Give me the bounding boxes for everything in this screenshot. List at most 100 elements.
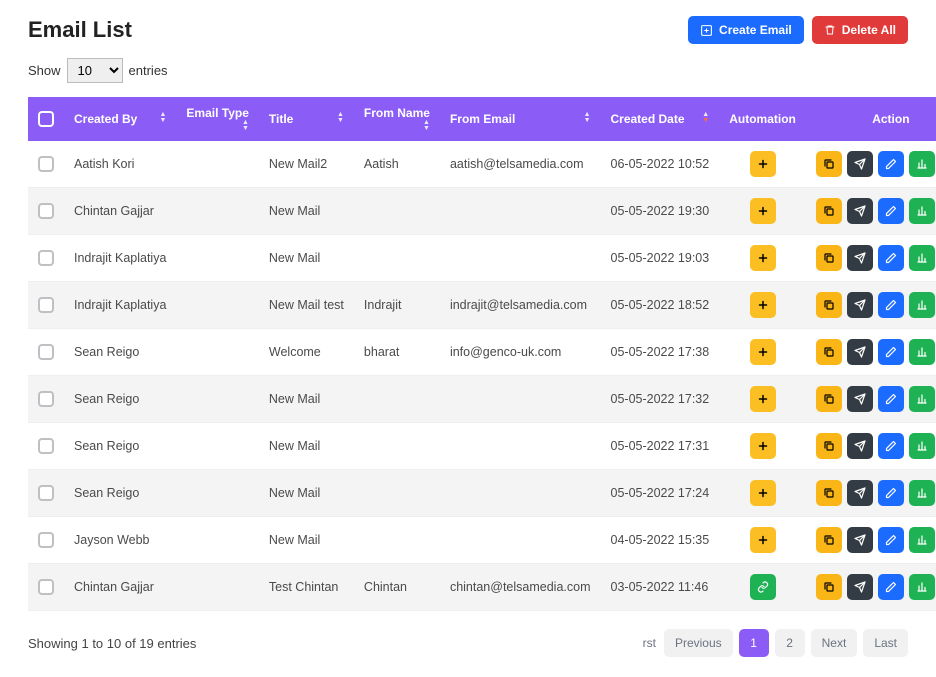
copy-button[interactable]	[816, 198, 842, 224]
delete-all-button[interactable]: Delete All	[812, 16, 908, 44]
row-checkbox[interactable]	[38, 438, 54, 454]
row-checkbox[interactable]	[38, 203, 54, 219]
plus-icon	[757, 158, 769, 170]
edit-button[interactable]	[878, 198, 904, 224]
automation-button[interactable]	[750, 292, 776, 318]
send-icon	[854, 205, 866, 217]
edit-button[interactable]	[878, 527, 904, 553]
table-row: Sean ReigoWelcomebharatinfo@genco-uk.com…	[28, 329, 936, 376]
col-title[interactable]: Title▲▼	[259, 97, 354, 141]
stats-button[interactable]	[909, 433, 935, 459]
edit-button[interactable]	[878, 245, 904, 271]
stats-button[interactable]	[909, 386, 935, 412]
automation-button[interactable]	[750, 245, 776, 271]
send-button[interactable]	[847, 527, 873, 553]
col-from-email[interactable]: From Email▲▼	[440, 97, 601, 141]
send-icon	[854, 487, 866, 499]
edit-button[interactable]	[878, 339, 904, 365]
send-button[interactable]	[847, 198, 873, 224]
edit-button[interactable]	[878, 574, 904, 600]
row-checkbox[interactable]	[38, 297, 54, 313]
row-checkbox[interactable]	[38, 485, 54, 501]
copy-button[interactable]	[816, 433, 842, 459]
table-row: Chintan GajjarNew Mail05-05-2022 19:30	[28, 188, 936, 235]
page-previous-button[interactable]: Previous	[664, 629, 733, 657]
stats-button[interactable]	[909, 198, 935, 224]
cell-created-date: 03-05-2022 11:46	[601, 564, 720, 611]
create-email-button[interactable]: Create Email	[688, 16, 804, 44]
send-button[interactable]	[847, 151, 873, 177]
sort-icon: ▲▼	[159, 112, 166, 124]
copy-button[interactable]	[816, 574, 842, 600]
send-button[interactable]	[847, 292, 873, 318]
copy-button[interactable]	[816, 245, 842, 271]
copy-button[interactable]	[816, 339, 842, 365]
email-table: Created By▲▼ Email Type▲▼ Title▲▼ From N…	[28, 97, 936, 611]
edit-button[interactable]	[878, 386, 904, 412]
cell-created-by: Jayson Webb	[64, 517, 176, 564]
cell-from-name: bharat	[354, 329, 440, 376]
copy-button[interactable]	[816, 386, 842, 412]
stats-button[interactable]	[909, 527, 935, 553]
plus-icon	[757, 346, 769, 358]
entries-select[interactable]: 102550100	[67, 58, 123, 83]
row-checkbox[interactable]	[38, 532, 54, 548]
send-icon	[854, 534, 866, 546]
automation-button[interactable]	[750, 151, 776, 177]
automation-button[interactable]	[750, 433, 776, 459]
page-next-button[interactable]: Next	[811, 629, 858, 657]
automation-button[interactable]	[750, 339, 776, 365]
row-checkbox[interactable]	[38, 250, 54, 266]
send-button[interactable]	[847, 574, 873, 600]
copy-button[interactable]	[816, 527, 842, 553]
cell-from-email	[440, 235, 601, 282]
sort-icon: ▲▼	[337, 112, 344, 124]
row-checkbox[interactable]	[38, 391, 54, 407]
stats-button[interactable]	[909, 339, 935, 365]
cell-created-by: Aatish Kori	[64, 141, 176, 188]
automation-button[interactable]	[750, 480, 776, 506]
sort-icon: ▲▼	[584, 112, 591, 124]
cell-title: New Mail	[259, 470, 354, 517]
col-from-name[interactable]: From Name▲▼	[354, 97, 440, 141]
automation-button[interactable]	[750, 198, 776, 224]
col-email-type[interactable]: Email Type▲▼	[176, 97, 258, 141]
edit-button[interactable]	[878, 151, 904, 177]
page-title: Email List	[28, 17, 132, 43]
send-button[interactable]	[847, 480, 873, 506]
col-created-by[interactable]: Created By▲▼	[64, 97, 176, 141]
send-button[interactable]	[847, 245, 873, 271]
table-info: Showing 1 to 10 of 19 entries	[28, 636, 196, 651]
pencil-icon	[885, 393, 897, 405]
cell-from-email	[440, 470, 601, 517]
edit-button[interactable]	[878, 433, 904, 459]
stats-button[interactable]	[909, 151, 935, 177]
page-1-button[interactable]: 1	[739, 629, 769, 657]
row-checkbox[interactable]	[38, 579, 54, 595]
stats-button[interactable]	[909, 574, 935, 600]
edit-button[interactable]	[878, 292, 904, 318]
col-created-date[interactable]: Created Date▲▼	[601, 97, 720, 141]
send-button[interactable]	[847, 339, 873, 365]
copy-button[interactable]	[816, 292, 842, 318]
stats-button[interactable]	[909, 480, 935, 506]
automation-button[interactable]	[750, 574, 776, 600]
copy-button[interactable]	[816, 480, 842, 506]
stats-button[interactable]	[909, 292, 935, 318]
cell-from-email: aatish@telsamedia.com	[440, 141, 601, 188]
edit-button[interactable]	[878, 480, 904, 506]
chart-icon	[916, 487, 928, 499]
row-checkbox[interactable]	[38, 344, 54, 360]
automation-button[interactable]	[750, 527, 776, 553]
send-button[interactable]	[847, 433, 873, 459]
row-checkbox[interactable]	[38, 156, 54, 172]
page-2-button[interactable]: 2	[775, 629, 805, 657]
stats-button[interactable]	[909, 245, 935, 271]
automation-button[interactable]	[750, 386, 776, 412]
cell-from-name: Indrajit	[354, 282, 440, 329]
page-last-button[interactable]: Last	[863, 629, 908, 657]
send-button[interactable]	[847, 386, 873, 412]
page-first-button[interactable]: rst	[643, 629, 658, 657]
copy-button[interactable]	[816, 151, 842, 177]
select-all-checkbox[interactable]	[38, 111, 54, 127]
